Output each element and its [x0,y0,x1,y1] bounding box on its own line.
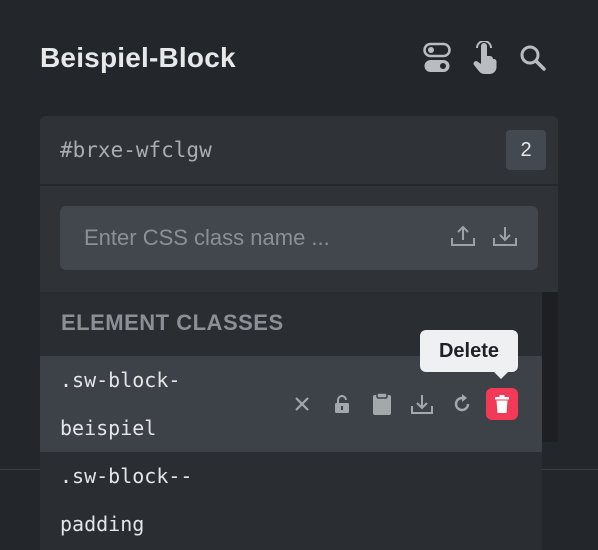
download-icon[interactable] [406,388,438,420]
delete-button[interactable] [486,388,518,420]
header-icons [422,41,558,75]
lock-icon[interactable] [326,388,358,420]
class-name: .sw-block- beispiel [60,368,181,440]
delete-icon [495,395,509,413]
remove-icon[interactable] [286,388,318,420]
element-id: #brxe-wfclgw [60,138,212,162]
refresh-icon[interactable] [446,388,478,420]
element-id-row[interactable]: #brxe-wfclgw 2 [40,116,558,186]
page-title: Beispiel-Block [40,42,236,73]
class-input-wrapper [60,206,538,270]
upload-icon[interactable] [450,224,476,253]
input-icons [450,224,518,253]
css-class-input[interactable] [84,225,424,251]
panel-header: Beispiel-Block [40,38,558,78]
class-input-area [40,186,558,290]
class-count-badge: 2 [506,130,546,170]
delete-tooltip: Delete [420,330,518,379]
pointer-hand-icon[interactable] [470,41,500,75]
download-icon[interactable] [492,224,518,253]
class-item[interactable]: .sw-block-- padding [40,452,542,548]
clipboard-icon[interactable] [366,388,398,420]
classes-panel: #brxe-wfclgw 2 [40,116,558,292]
class-actions [286,388,518,420]
class-name: .sw-block-- padding [60,464,193,536]
search-icon[interactable] [518,41,548,75]
toggle-icon[interactable] [422,41,452,75]
list-scrollbar[interactable] [542,292,558,442]
